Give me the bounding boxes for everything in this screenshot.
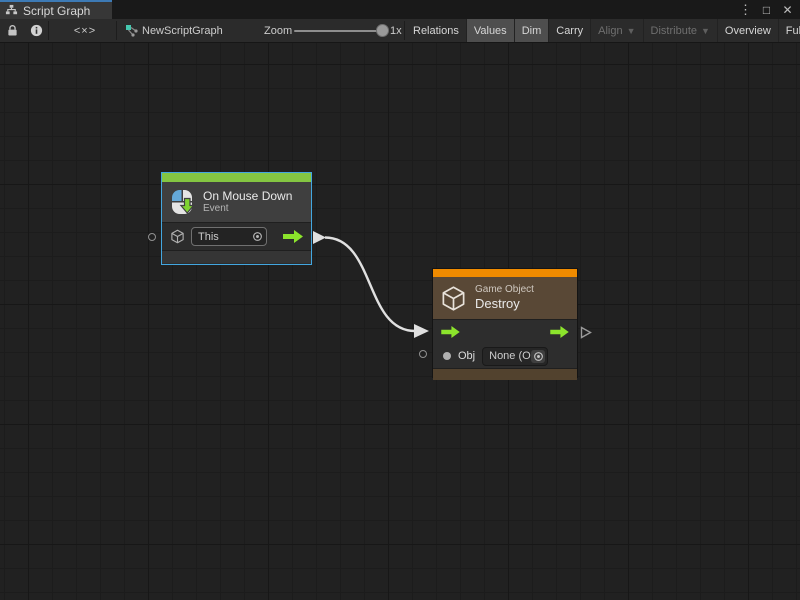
lock-icon	[7, 24, 18, 37]
node-subtitle: Event	[203, 203, 292, 215]
tab-bar: Script Graph ⋮ □ ✕	[0, 0, 800, 19]
toolbar-separator	[48, 21, 49, 40]
window-menu-icon[interactable]: ⋮	[735, 0, 756, 19]
obj-input-dot[interactable]	[443, 352, 451, 360]
info-button[interactable]	[24, 19, 48, 42]
node-on-mouse-down[interactable]: On Mouse Down Event This	[161, 172, 312, 265]
full-screen-button[interactable]: Full S	[779, 19, 800, 42]
maximize-icon[interactable]: □	[756, 0, 777, 19]
unity-script-graph-window: Script Graph ⋮ □ ✕ <×>	[0, 0, 800, 600]
node-header: Game Object Destroy	[433, 277, 577, 319]
code-view-button[interactable]: <×>	[56, 19, 114, 42]
event-accent-bar	[162, 173, 311, 182]
node-footer	[162, 250, 311, 263]
node-destroy[interactable]: Game Object Destroy Obj	[432, 268, 578, 378]
zoom-label: Zoom	[264, 19, 292, 42]
graph-hierarchy-icon	[5, 4, 18, 17]
window-controls: ⋮ □ ✕	[735, 0, 798, 19]
target-value-field[interactable]: This	[191, 227, 267, 246]
zoom-slider-track[interactable]	[294, 30, 382, 32]
graph-name[interactable]: NewScriptGraph	[142, 19, 223, 42]
close-icon[interactable]: ✕	[777, 0, 798, 19]
flow-output-port[interactable]	[550, 326, 569, 338]
destroy-accent-bar	[433, 269, 577, 277]
event-target-port[interactable]	[148, 233, 156, 241]
zoom-slider-handle[interactable]	[376, 24, 389, 37]
node-title: Destroy	[475, 296, 534, 312]
toolbar-separator	[404, 21, 405, 40]
node-header: On Mouse Down Event	[162, 182, 311, 222]
mouse-down-event-icon	[169, 189, 195, 215]
object-picker-icon[interactable]	[531, 350, 545, 363]
flow-input-port[interactable]	[441, 326, 460, 338]
flow-output-port[interactable]	[283, 230, 303, 243]
node-body: Obj None (O	[433, 319, 577, 368]
game-object-cube-icon	[170, 229, 185, 244]
code-icon: <×>	[74, 25, 96, 37]
lock-button[interactable]	[0, 19, 24, 42]
toolbar-separator	[116, 21, 117, 40]
view-options: Relations Values Dim Carry Align ▼ Distr…	[406, 19, 800, 42]
graph-toolbar: <×> NewScriptGraph Zoom 1x Relations	[0, 19, 800, 43]
overview-button[interactable]: Overview	[718, 19, 779, 42]
zoom-value: 1x	[390, 19, 402, 42]
chevron-down-icon: ▼	[627, 26, 636, 36]
chevron-down-icon: ▼	[701, 26, 710, 36]
script-graph-asset-icon	[124, 19, 140, 42]
destroy-obj-port[interactable]	[419, 350, 427, 358]
tab-script-graph[interactable]: Script Graph	[0, 0, 112, 19]
game-object-cube-icon	[440, 285, 467, 312]
node-category: Game Object	[475, 284, 534, 296]
obj-value-field[interactable]: None (O	[482, 347, 548, 366]
connection-edge[interactable]	[0, 43, 800, 600]
node-title: On Mouse Down	[203, 189, 292, 203]
info-icon	[30, 24, 43, 37]
node-body: This	[162, 222, 311, 250]
tab-title: Script Graph	[23, 4, 90, 18]
flow-continue-port[interactable]	[580, 326, 592, 339]
align-dropdown[interactable]: Align ▼	[591, 19, 643, 42]
dim-button[interactable]: Dim	[515, 19, 550, 42]
object-picker-icon[interactable]	[250, 230, 264, 243]
node-footer	[433, 368, 577, 380]
relations-button[interactable]: Relations	[406, 19, 467, 42]
values-button[interactable]: Values	[467, 19, 515, 42]
distribute-dropdown[interactable]: Distribute ▼	[644, 19, 718, 42]
carry-button[interactable]: Carry	[549, 19, 591, 42]
obj-port-label: Obj	[458, 350, 475, 362]
graph-canvas[interactable]: On Mouse Down Event This	[0, 43, 800, 600]
